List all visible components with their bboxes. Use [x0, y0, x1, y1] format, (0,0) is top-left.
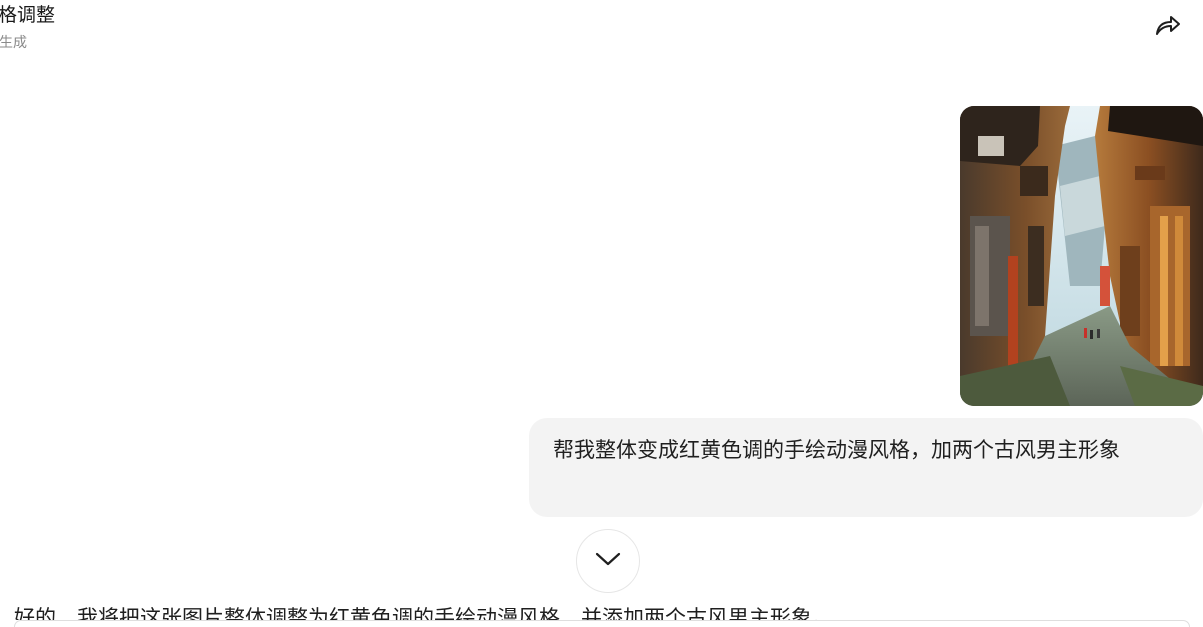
user-message-bubble: 帮我整体变成红黄色调的手绘动漫风格，加两个古风男主形象	[529, 418, 1203, 517]
chevron-down-icon	[595, 551, 621, 571]
share-button[interactable]	[1153, 12, 1183, 42]
share-arrow-icon	[1154, 12, 1182, 42]
input-area	[0, 620, 1203, 627]
uploaded-image[interactable]	[960, 106, 1203, 406]
scroll-to-bottom-button[interactable]	[576, 529, 640, 593]
conversation-title: 格调整	[0, 4, 56, 26]
chat-page: 格调整 生成 帮我整体变成红黄色调的手绘动漫风格，加两个古风男主形象 好的，我将…	[0, 0, 1203, 627]
conversation-subtitle: 生成	[0, 35, 27, 51]
user-message-text: 帮我整体变成红黄色调的手绘动漫风格，加两个古风男主形象	[553, 438, 1120, 462]
input-box-edge[interactable]	[14, 620, 1190, 627]
